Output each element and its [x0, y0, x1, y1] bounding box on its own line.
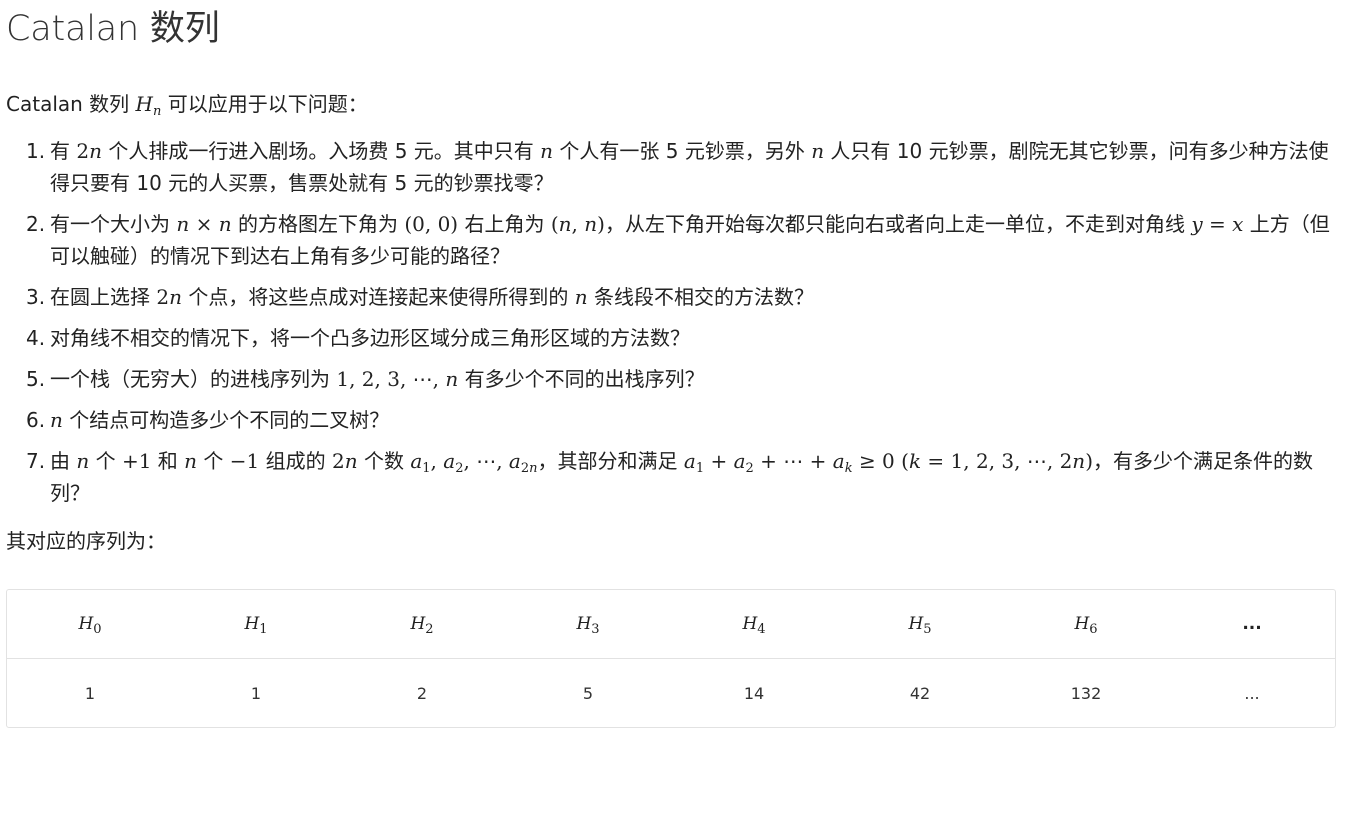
problem-item-4: 4. 对角线不相交的情况下，将一个凸多边形区域分成三角形区域的方法数？	[26, 326, 690, 350]
header-cell: H1	[173, 590, 339, 659]
header-cell: H6	[1003, 590, 1169, 659]
header-cell: H4	[671, 590, 837, 659]
header-cell: H3	[505, 590, 671, 659]
intro-pre: Catalan 数列	[6, 92, 136, 116]
problem-item-5: 5. 一个栈（无穷大）的进栈序列为 1, 2, 3, ⋯, n 有多少个不同的出栈…	[26, 367, 705, 391]
value-cell: 42	[909, 683, 931, 703]
table-header-row: H0 H1 H2 H3 H4 H5 H6 ...	[7, 590, 1335, 659]
catalan-table: H0 H1 H2 H3 H4 H5 H6 ... 1 1 2 5 14 42 1…	[6, 589, 1336, 728]
header-cell: H5	[837, 590, 1003, 659]
value-cell: 1	[250, 683, 262, 703]
problem-item-1: 1. 有 2n 个人排成一行进入剧场。入场费 5 元。其中只有 n 个人有一张 5…	[26, 139, 1329, 195]
problem-item-6: 6. n 个结点可构造多少个不同的二叉树？	[26, 408, 390, 432]
intro-post: 可以应用于以下问题：	[161, 92, 368, 116]
value-cell: 14	[743, 683, 765, 703]
value-cell: 2	[416, 683, 428, 703]
intro-paragraph: Catalan 数列 Hn 可以应用于以下问题：	[6, 88, 1335, 120]
problem-list: 1. 有 2n 个人排成一行进入剧场。入场费 5 元。其中只有 n 个人有一张 5…	[6, 135, 1335, 509]
problem-item-3: 3. 在圆上选择 2n 个点，将这些点成对连接起来使得所得到的 n 条线段不相交的…	[26, 285, 814, 309]
table-row: 1 1 2 5 14 42 132 ...	[7, 659, 1335, 728]
header-cell: H2	[339, 590, 505, 659]
page-title: Catalan 数列	[6, 9, 220, 49]
value-cell: 1	[84, 683, 96, 703]
header-cell-ellipsis: ...	[1169, 590, 1335, 659]
intro-symbol: H	[135, 92, 153, 116]
problem-item-7: 7. 由 n 个 +1 和 n 个 −1 组成的 2n 个数 a1, a2, ⋯,…	[26, 449, 1313, 505]
value-cell: ...	[1244, 683, 1260, 703]
page: Catalan 数列 Catalan 数列 Hn 可以应用于以下问题： 1. 有 …	[0, 0, 1347, 728]
value-cell: 132	[1070, 683, 1102, 703]
problem-item-2: 2. 有一个大小为 n × n 的方格图左下角为 (0, 0) 右上角为 (n, …	[26, 212, 1330, 268]
header-cell: H0	[7, 590, 173, 659]
value-cell: 5	[582, 683, 594, 703]
sequence-intro: 其对应的序列为：	[6, 529, 166, 553]
